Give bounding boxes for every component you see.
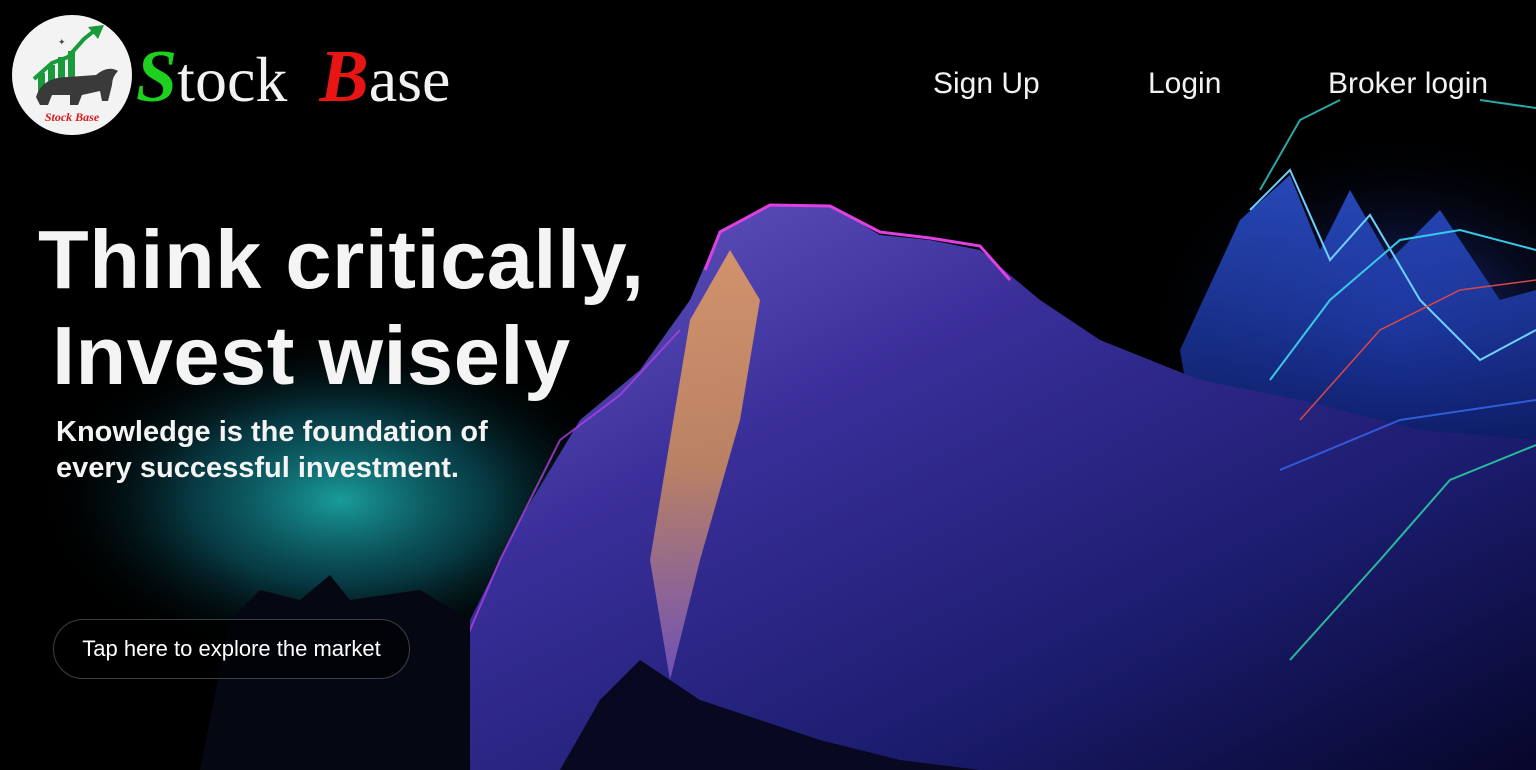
hero-headline: Think critically, Invest wisely <box>38 212 645 404</box>
signup-link[interactable]: Sign Up <box>933 66 1040 102</box>
explore-market-button[interactable]: Tap here to explore the market <box>53 619 410 679</box>
broker-login-link[interactable]: Broker login <box>1328 66 1488 102</box>
logo-badge-text: Stock Base <box>44 110 100 124</box>
brand-word-2: ase <box>368 44 451 115</box>
svg-text:✦: ✦ <box>58 37 66 47</box>
login-link[interactable]: Login <box>1148 66 1221 102</box>
brand-initial-s: S <box>136 36 178 118</box>
headline-line-1: Think critically, <box>38 213 645 306</box>
headline-line-2: Invest wisely <box>52 309 571 402</box>
brand-word-1: tock <box>177 44 288 115</box>
hero-subtext: Knowledge is the foundation of every suc… <box>56 416 488 484</box>
brand-initial-b: B <box>319 36 369 118</box>
brand-logo[interactable]: ✦ Stock Base <box>12 15 132 135</box>
brand-wordmark[interactable]: Stock Base <box>136 36 450 121</box>
